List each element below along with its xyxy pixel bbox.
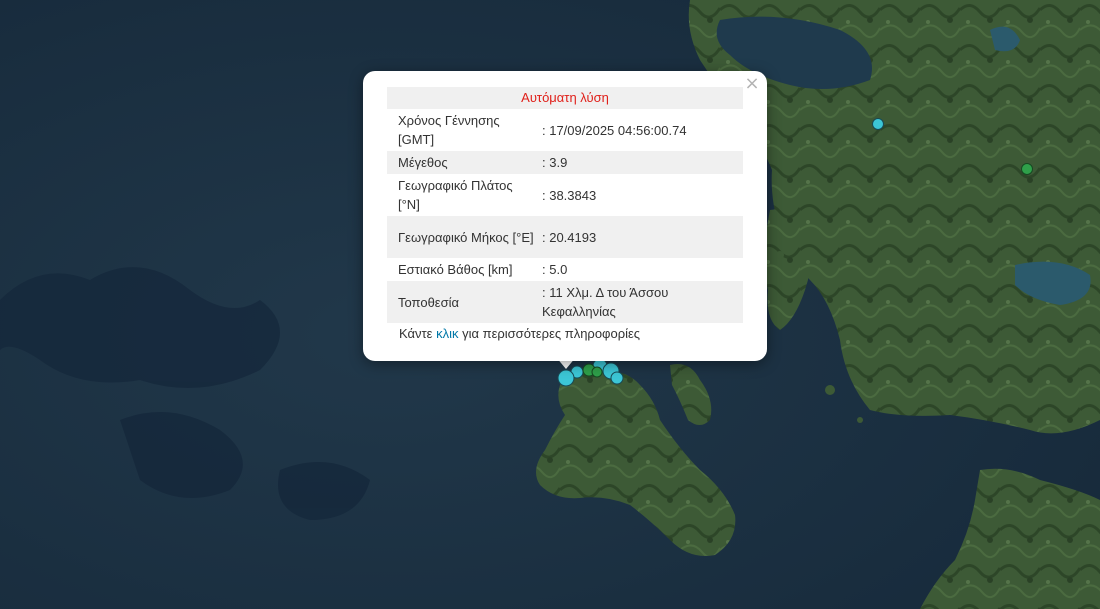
magnitude-value: : 3.9 — [542, 155, 568, 170]
longitude-label: Γεωγραφικό Μήκος [°E] — [398, 229, 534, 245]
longitude-value: : 20.4193 — [542, 229, 597, 245]
quake-marker[interactable] — [557, 369, 575, 387]
earthquake-popup: × Αυτόματη λύση Χρόνος Γέννησης [GMT] : … — [363, 71, 767, 361]
more-info-suffix: για περισσότερες πληροφορίες — [458, 326, 641, 341]
more-info-line: Κάντε κλικ για περισσότερες πληροφορίες — [387, 326, 743, 341]
table-row: Χρόνος Γέννησης [GMT] : 17/09/2025 04:56… — [387, 109, 743, 151]
time-value: : 17/09/2025 04:56:00.74 — [542, 122, 687, 138]
latitude-value: : 38.3843 — [542, 187, 597, 203]
table-row: Γεωγραφικό Πλάτος [°N] : 38.3843 — [387, 174, 743, 216]
table-row: Τοποθεσία : 11 Χλμ. Δ του Άσσου Κεφαλλην… — [387, 281, 743, 323]
depth-value: : 5.0 — [542, 262, 568, 277]
latitude-label: Γεωγραφικό Πλάτος [°N] — [398, 178, 513, 212]
table-row: Εστιακό Βάθος [km] : 5.0 — [387, 258, 743, 281]
popup-title: Αυτόματη λύση — [387, 87, 743, 109]
close-icon[interactable]: × — [743, 75, 761, 93]
more-info-prefix: Κάντε — [399, 326, 437, 341]
popup-content: Αυτόματη λύση Χρόνος Γέννησης [GMT] : 17… — [387, 87, 743, 341]
info-table: Χρόνος Γέννησης [GMT] : 17/09/2025 04:56… — [387, 109, 743, 323]
location-value: : 11 Χλμ. Δ του Άσσου Κεφαλληνίας — [542, 285, 669, 319]
time-label: Χρόνος Γέννησης [GMT] — [398, 113, 500, 147]
more-info-link[interactable]: κλικ — [436, 326, 458, 341]
depth-label: Εστιακό Βάθος [km] — [398, 262, 513, 277]
location-label: Τοποθεσία — [398, 294, 460, 310]
table-row: Μέγεθος : 3.9 — [387, 151, 743, 174]
quake-marker[interactable] — [872, 118, 884, 130]
table-row: Γεωγραφικό Μήκος [°E] : 20.4193 — [387, 216, 743, 258]
quake-marker[interactable] — [591, 366, 603, 378]
quake-marker[interactable] — [1021, 163, 1033, 175]
quake-marker[interactable] — [610, 371, 624, 385]
magnitude-label: Μέγεθος — [398, 155, 448, 170]
